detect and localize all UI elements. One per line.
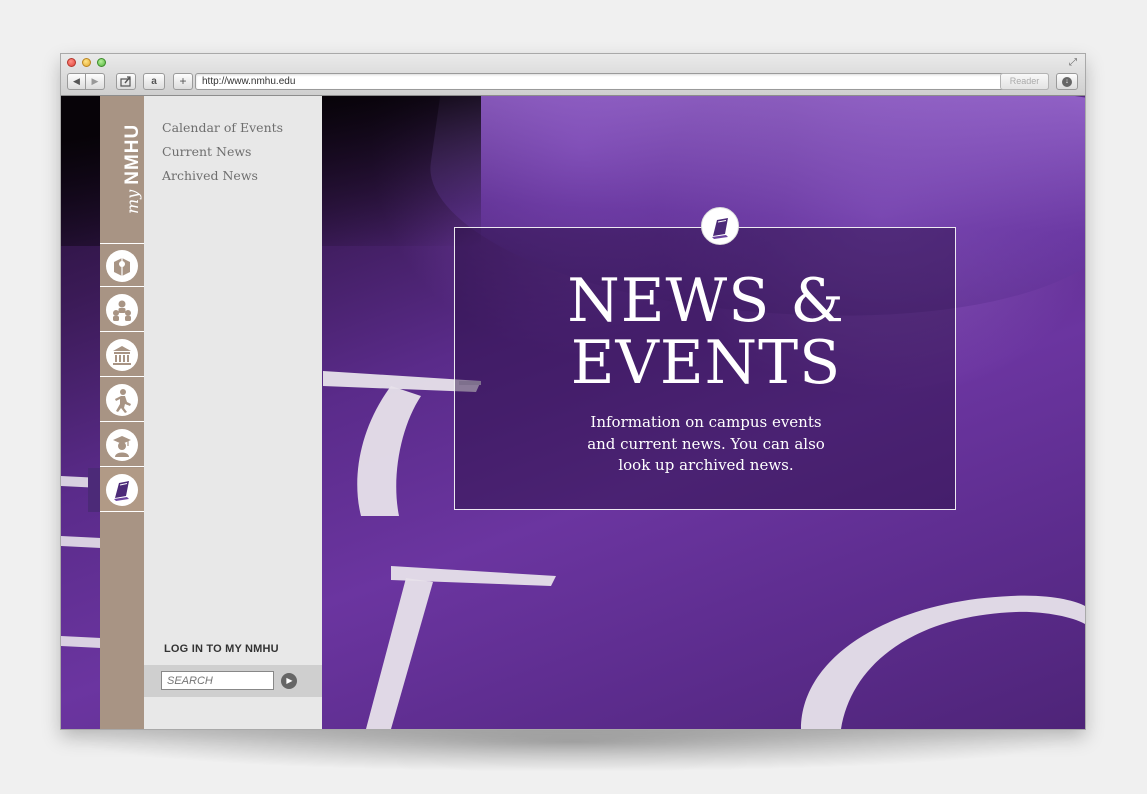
my-nmhu-brand[interactable]: my NMHU [100,114,144,224]
rail-item-news[interactable] [88,468,144,512]
news-icon [114,481,129,501]
brand-name: NMHU [122,123,143,185]
page-title-line1: NEWS & [567,266,845,336]
search-input[interactable] [161,671,274,690]
search-bar: ▶ [144,665,322,697]
address-url[interactable]: http://www.nmhu.edu [202,75,295,89]
browser-window: ⤢ ◀ ▶ a + http://www.nmhu.edu ↻ Reader ↓ [61,54,1085,729]
search-submit-button[interactable]: ▶ [281,673,297,689]
rail-item-athletics[interactable] [100,378,144,422]
rail-item-admissions[interactable] [100,243,144,287]
people-icon [113,300,131,321]
brand-my: my [123,189,142,214]
hero-description: Information on campus events and current… [587,413,825,474]
section-icon-rail: my NMHU [88,96,144,729]
building-icon [113,346,131,365]
amazon-bookmark-button[interactable]: a [143,73,165,90]
active-section-marker [88,468,100,512]
rail-item-campus[interactable] [100,333,144,377]
zoom-window-button[interactable] [97,58,106,67]
back-button[interactable]: ◀ [67,73,86,90]
section-sub-nav: Calendar of Events Current News Archived… [144,96,322,729]
page-content: my NMHU Calendar of Events Current News A… [61,96,1085,729]
rail-item-people[interactable] [100,288,144,332]
reader-button[interactable]: Reader [1000,73,1049,90]
nav-calendar-of-events[interactable]: Calendar of Events [162,120,283,135]
forward-button[interactable]: ▶ [86,73,105,90]
share-icon [120,76,131,87]
graduate-icon [113,436,131,457]
page-title-line2: EVENTS [570,328,842,398]
close-window-button[interactable] [67,58,76,67]
page-title: NEWS & EVENTS [455,270,957,394]
admissions-icon [114,258,130,276]
hero-callout: NEWS & EVENTS Information on campus even… [454,227,956,510]
add-bookmark-button[interactable]: + [173,73,193,90]
fullscreen-icon[interactable]: ⤢ [1067,57,1079,69]
minimize-window-button[interactable] [82,58,91,67]
share-button[interactable] [116,73,136,90]
rail-item-graduates[interactable] [100,423,144,467]
nav-current-news[interactable]: Current News [162,144,251,159]
address-bar[interactable]: http://www.nmhu.edu ↻ [195,73,1049,90]
athletics-icon [115,389,131,413]
nav-archived-news[interactable]: Archived News [162,168,258,183]
downloads-button[interactable]: ↓ [1056,73,1078,90]
browser-toolbar: ⤢ ◀ ▶ a + http://www.nmhu.edu ↻ Reader ↓ [61,54,1085,96]
news-logo [701,207,739,245]
login-link[interactable]: LOG IN TO MY NMHU [164,643,279,655]
download-icon: ↓ [1062,77,1072,87]
news-badge-icon [712,218,728,239]
